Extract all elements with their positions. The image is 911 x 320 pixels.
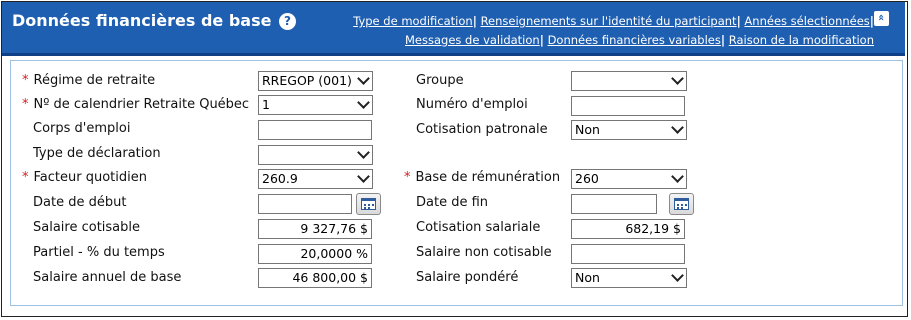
- link-messages-validation[interactable]: Messages de validation: [405, 33, 540, 47]
- calendar-icon[interactable]: [356, 193, 381, 215]
- input-date-debut[interactable]: [258, 194, 352, 214]
- link-type-modification[interactable]: Type de modification: [353, 14, 472, 28]
- select-facteur-quotidien[interactable]: 260.9: [258, 169, 373, 189]
- required-marker: *: [22, 170, 29, 185]
- input-salaire-cotisable[interactable]: 9 327,76 $: [258, 219, 372, 239]
- label-salaire-cotisable: Salaire cotisable: [33, 220, 141, 235]
- chevron-down-icon: [357, 72, 370, 85]
- input-cotisation-salariale[interactable]: 682,19 $: [571, 219, 685, 239]
- select-salaire-pondere[interactable]: Non: [571, 268, 687, 288]
- required-marker: *: [22, 97, 29, 112]
- input-partiel-temps[interactable]: 20,0000 %: [258, 244, 372, 264]
- input-numero-emploi[interactable]: [571, 96, 685, 116]
- input-salaire-non-cotisable[interactable]: [571, 244, 685, 264]
- select-cotisation-patronale[interactable]: Non: [571, 120, 687, 140]
- label-date-fin: Date de fin: [416, 195, 489, 210]
- chevron-down-icon: [357, 96, 370, 109]
- collapse-icon[interactable]: «: [874, 11, 889, 26]
- label-base-remuneration: * Base de rémunération: [404, 170, 561, 185]
- input-date-fin[interactable]: [571, 194, 657, 214]
- label-partiel-temps: Partiel - % du temps: [33, 245, 165, 260]
- input-corps-emploi[interactable]: [258, 120, 372, 140]
- label-date-debut: Date de début: [33, 195, 127, 210]
- chevron-down-icon: [357, 170, 370, 183]
- label-salaire-non-cotisable: Salaire non cotisable: [416, 245, 552, 260]
- label-salaire-pondere: Salaire pondéré: [416, 270, 519, 285]
- help-icon[interactable]: ?: [279, 13, 296, 30]
- label-numero-emploi: Numéro d'emploi: [416, 97, 528, 112]
- select-regime-retraite[interactable]: RREGOP (001): [258, 71, 373, 91]
- section-header: Données financières de base ? Type de mo…: [2, 2, 905, 56]
- calendar-icon[interactable]: [669, 193, 694, 215]
- select-groupe[interactable]: [571, 71, 687, 91]
- label-cotisation-salariale: Cotisation salariale: [416, 220, 541, 235]
- chevron-down-icon: [671, 72, 684, 85]
- label-cotisation-patronale: Cotisation patronale: [416, 122, 548, 137]
- section-title: Données financières de base: [12, 11, 272, 30]
- chevron-down-icon: [357, 146, 370, 159]
- required-marker: *: [404, 170, 411, 185]
- label-corps-emploi: Corps d'emploi: [33, 121, 131, 136]
- select-type-declaration[interactable]: [258, 145, 373, 165]
- link-donnees-financieres-variables[interactable]: Données financières variables: [548, 33, 721, 47]
- label-type-declaration: Type de déclaration: [33, 146, 161, 161]
- chevron-down-icon: [671, 269, 684, 282]
- label-regime-retraite: * Régime de retraite: [22, 73, 156, 88]
- label-salaire-annuel: Salaire annuel de base: [33, 270, 182, 285]
- input-salaire-annuel[interactable]: 46 800,00 $: [258, 268, 372, 288]
- chevron-down-icon: [671, 121, 684, 134]
- chevron-down-icon: [671, 170, 684, 183]
- label-facteur-quotidien: * Facteur quotidien: [22, 170, 147, 185]
- select-base-remuneration[interactable]: 260: [571, 169, 687, 189]
- link-identite-participant[interactable]: Renseignements sur l'identité du partici…: [481, 14, 737, 28]
- label-groupe: Groupe: [416, 73, 464, 88]
- section-links: Type de modification| Renseignements sur…: [353, 14, 874, 47]
- link-annees-selectionnees[interactable]: Années sélectionnées: [744, 14, 869, 28]
- select-no-calendrier[interactable]: 1: [258, 95, 373, 115]
- label-no-calendrier: * Nº de calendrier Retraite Québec: [22, 97, 250, 112]
- required-marker: *: [22, 73, 29, 88]
- link-raison-modification[interactable]: Raison de la modification: [729, 33, 874, 47]
